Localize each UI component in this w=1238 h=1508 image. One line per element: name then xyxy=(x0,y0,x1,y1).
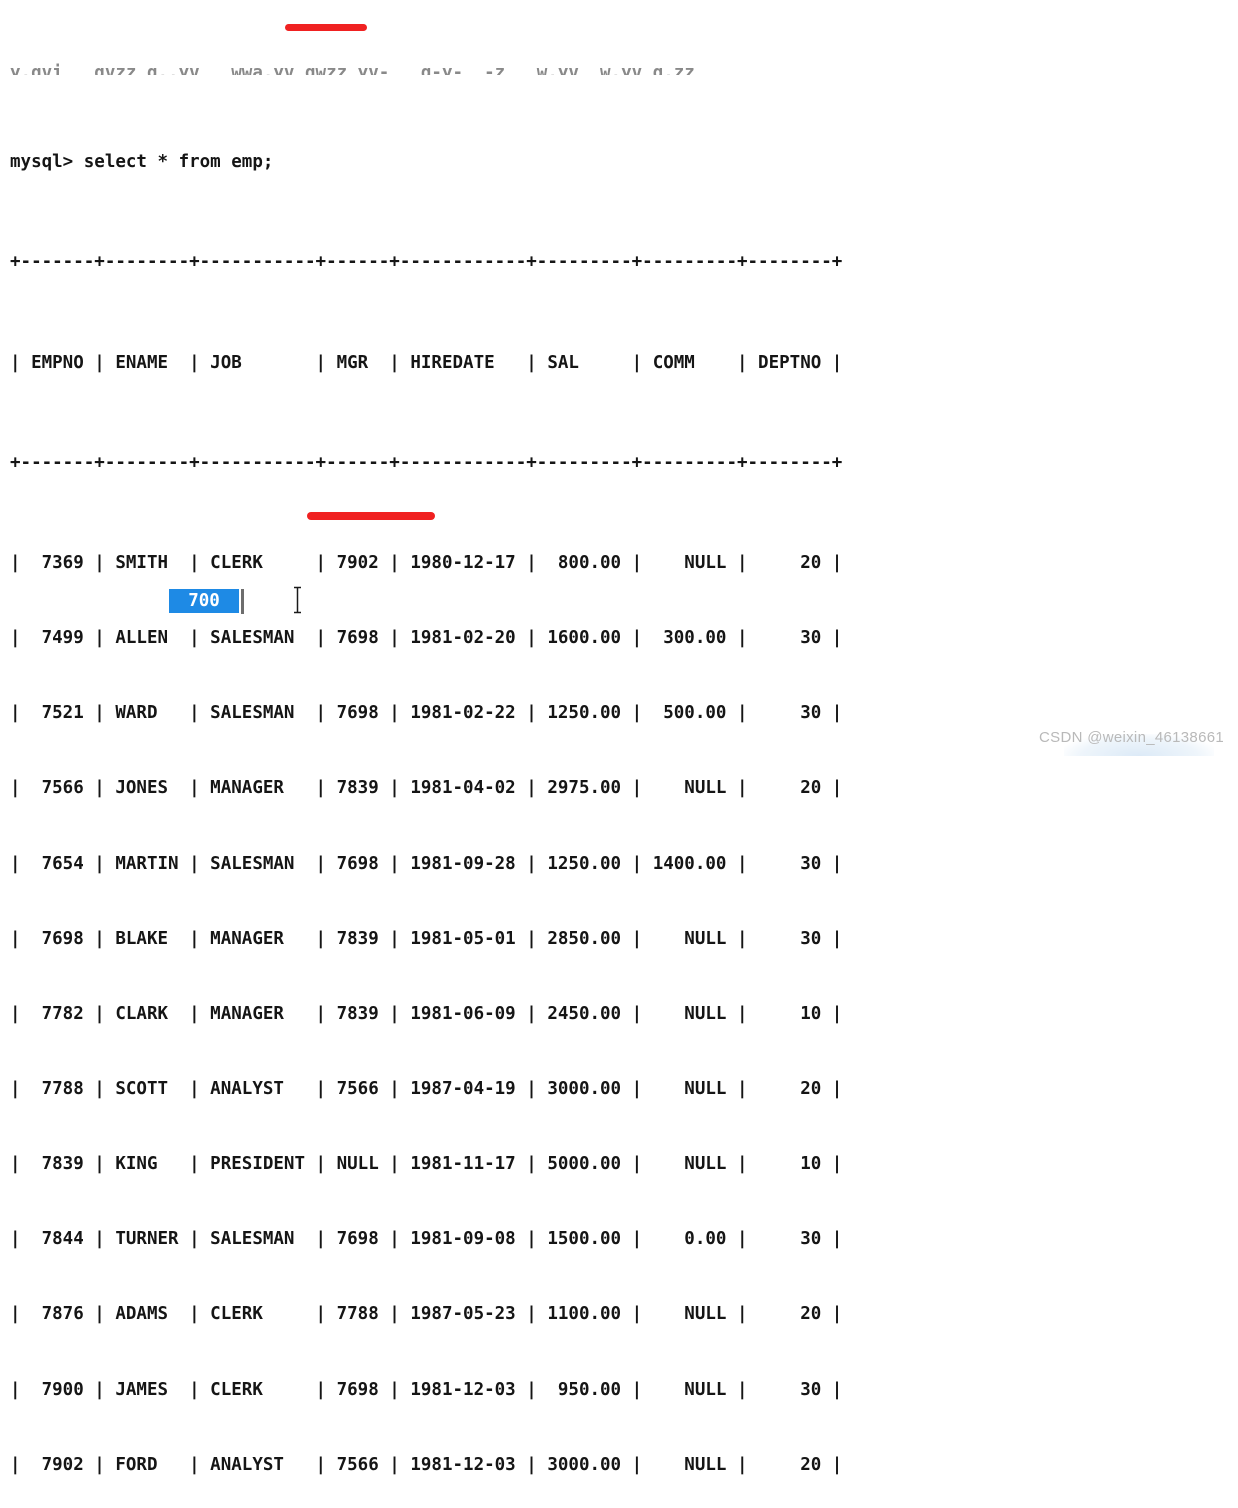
table-row[interactable]: | 7369 | SMITH | CLERK | 7902 | 1980-12-… xyxy=(10,551,842,576)
clipped-top-line: y,qvi qvzz q,,yv wwa,yv qwzz yv- q-y- -z… xyxy=(10,63,695,76)
table-row[interactable]: | 7566 | JONES | MANAGER | 7839 | 1981-0… xyxy=(10,776,842,801)
table-row[interactable]: | 7499 | ALLEN | SALESMAN | 7698 | 1981-… xyxy=(10,626,842,651)
selected-cell-losal-700[interactable]: 700 xyxy=(169,589,239,613)
table-row[interactable]: | 7844 | TURNER | SALESMAN | 7698 | 1981… xyxy=(10,1227,842,1252)
table-row[interactable]: | 7782 | CLARK | MANAGER | 7839 | 1981-0… xyxy=(10,1002,842,1027)
csdn-watermark: CSDN @weixin_46138661 xyxy=(1039,729,1224,746)
table-row[interactable]: | 7902 | FORD | ANALYST | 7566 | 1981-12… xyxy=(10,1453,842,1478)
table-row[interactable]: | 7839 | KING | PRESIDENT | NULL | 1981-… xyxy=(10,1152,842,1177)
table-row[interactable]: | 7521 | WARD | SALESMAN | 7698 | 1981-0… xyxy=(10,701,842,726)
text-caret xyxy=(241,589,244,614)
table-row[interactable]: | 7654 | MARTIN | SALESMAN | 7698 | 1981… xyxy=(10,852,842,877)
red-underline-salgrade xyxy=(307,512,435,520)
red-underline-emp xyxy=(285,24,367,31)
emp-table-header-row: | EMPNO | ENAME | JOB | MGR | HIREDATE |… xyxy=(10,352,843,373)
emp-table-top-border: +-------+--------+-----------+------+---… xyxy=(10,252,843,273)
emp-table-header-border: +-------+--------+-----------+------+---… xyxy=(10,452,843,473)
table-row[interactable]: | 7900 | JAMES | CLERK | 7698 | 1981-12-… xyxy=(10,1378,842,1403)
prompt-line-emp[interactable]: mysql> select * from emp; xyxy=(10,150,842,175)
table-row[interactable]: | 7876 | ADAMS | CLERK | 7788 | 1987-05-… xyxy=(10,1302,842,1327)
terminal-screen: y,qvi qvzz q,,yv wwa,yv qwzz yv- q-y- -z… xyxy=(0,0,1238,1475)
table-row[interactable]: | 7698 | BLAKE | MANAGER | 7839 | 1981-0… xyxy=(10,927,842,952)
terminal-output[interactable]: y,qvi qvzz q,,yv wwa,yv qwzz yv- q-y- -z… xyxy=(10,0,842,1508)
ibeam-cursor-icon xyxy=(294,586,301,614)
table-row[interactable]: | 7788 | SCOTT | ANALYST | 7566 | 1987-0… xyxy=(10,1077,842,1102)
selected-cell-text: 700 xyxy=(188,591,220,611)
